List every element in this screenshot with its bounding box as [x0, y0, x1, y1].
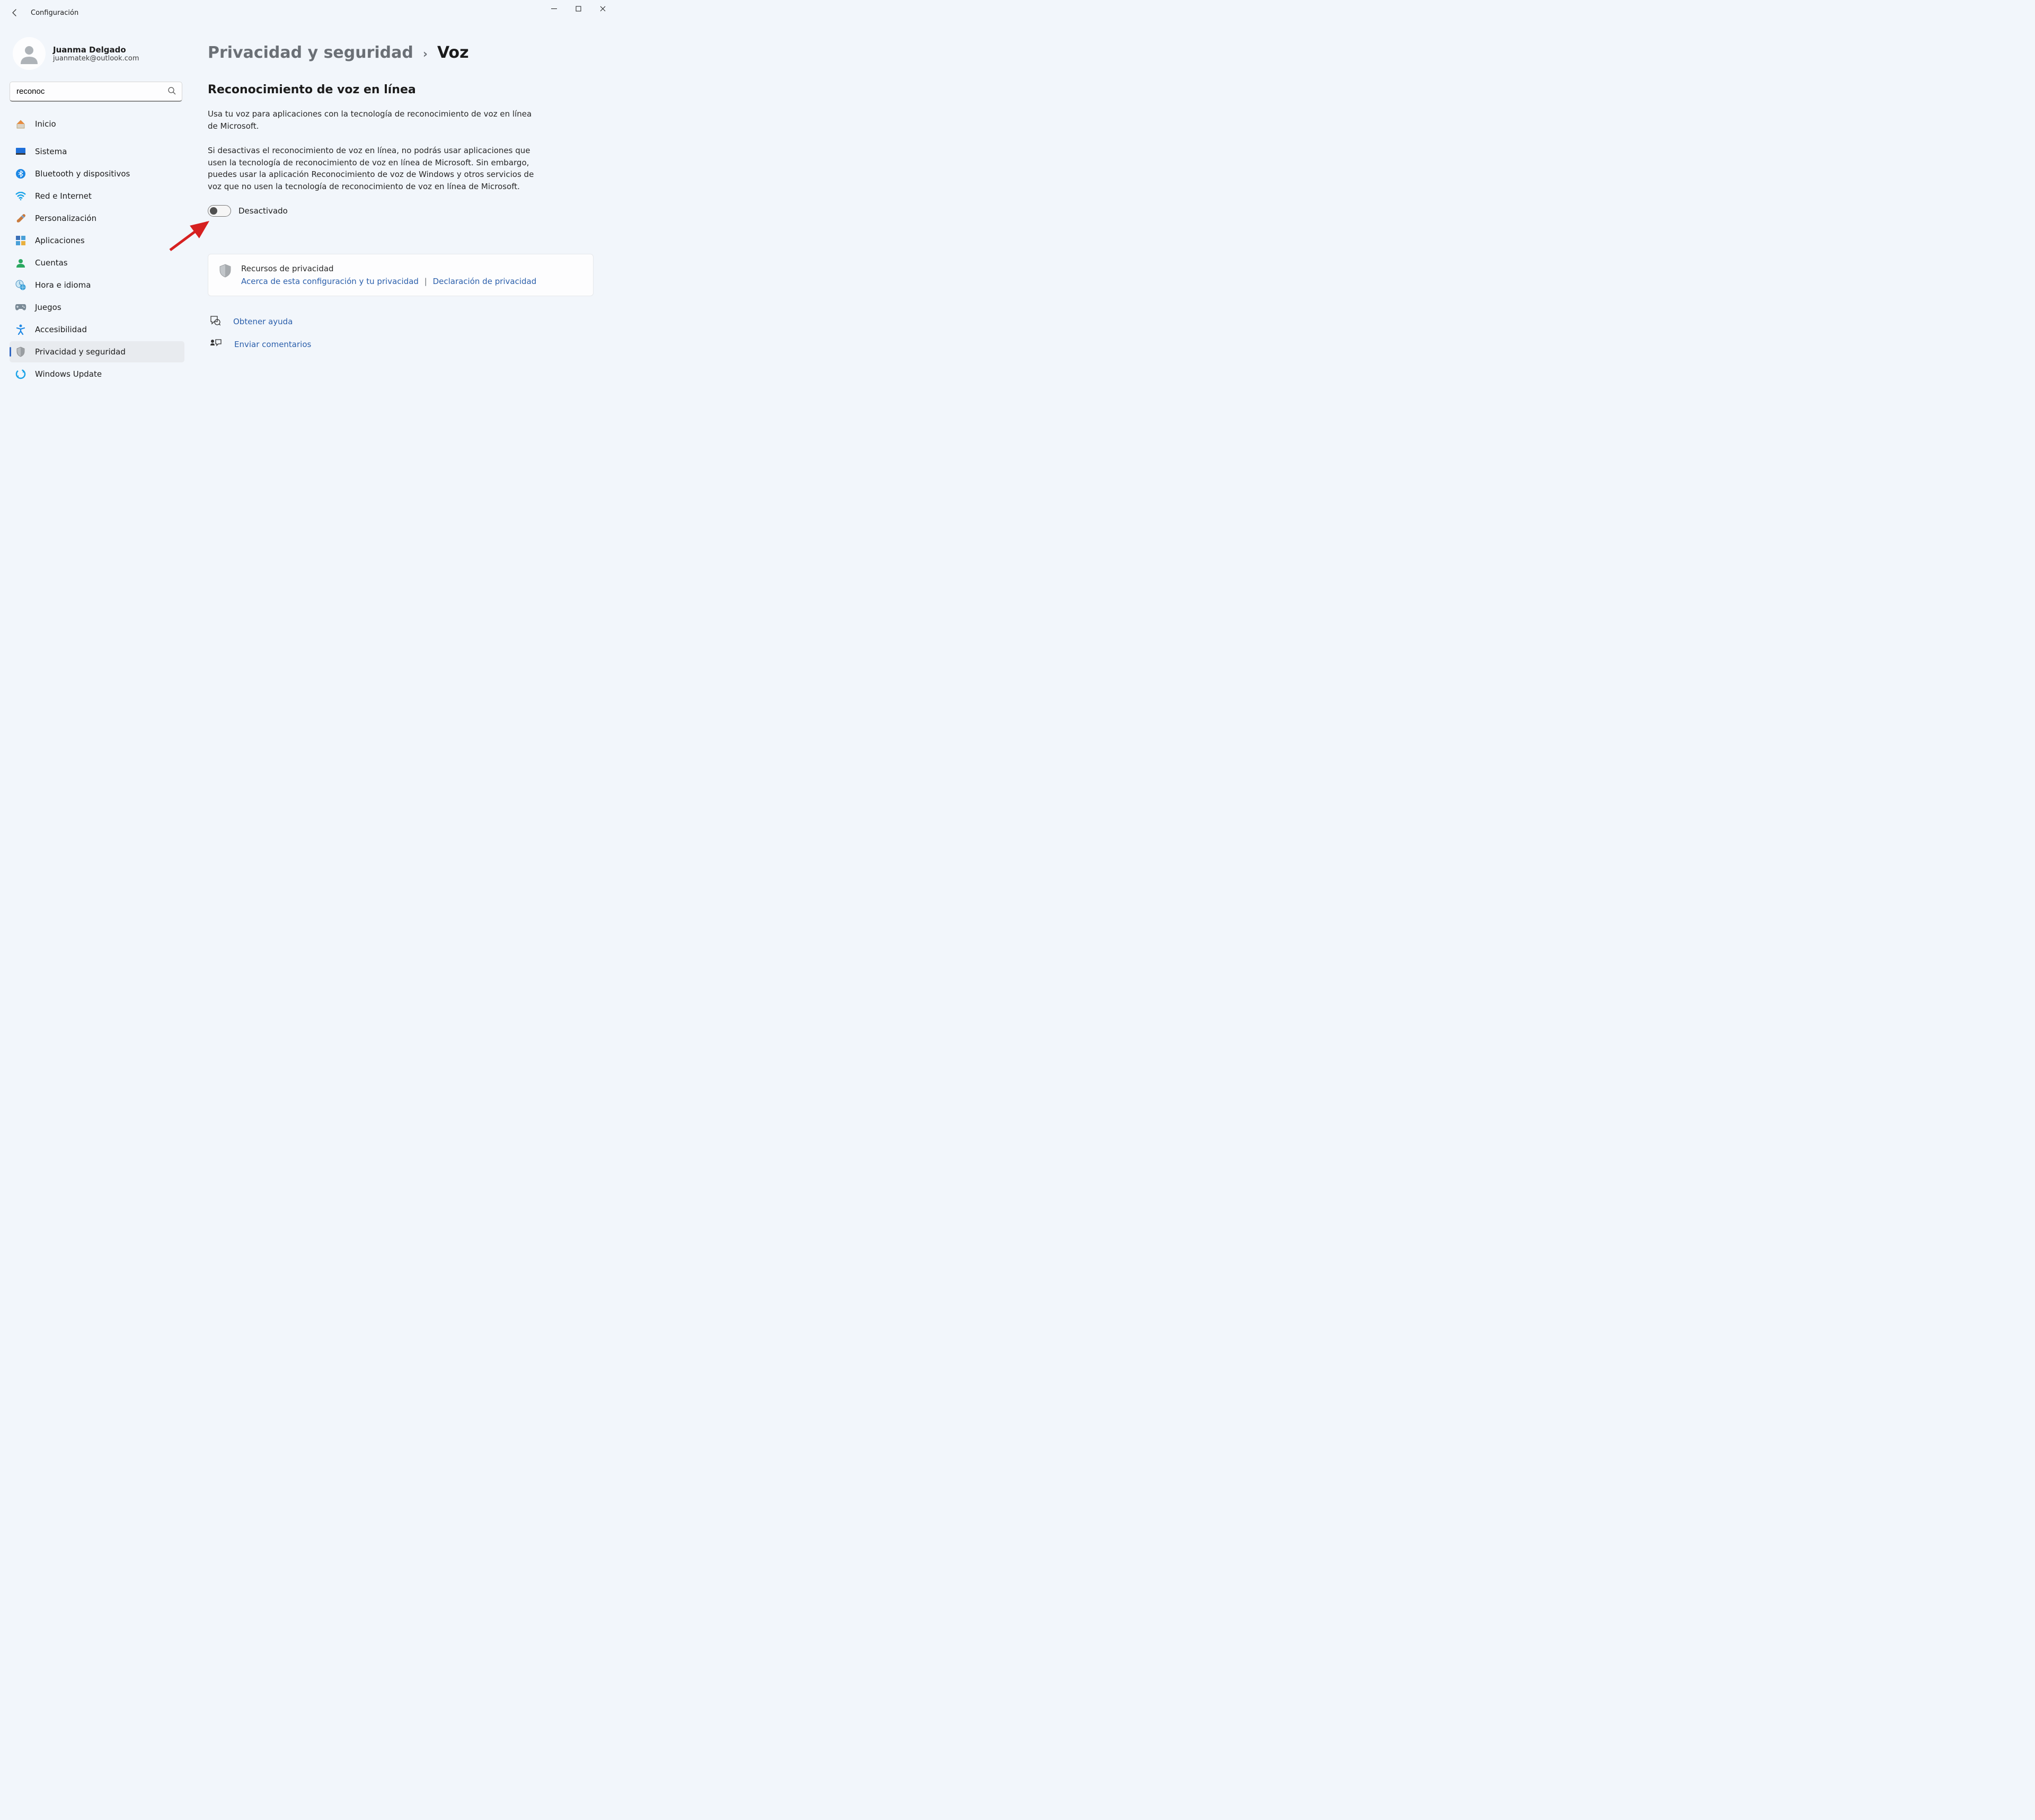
system-icon [15, 146, 26, 157]
help-icon [210, 315, 220, 328]
nav-label: Accesibilidad [35, 325, 87, 334]
toggle-knob [210, 207, 217, 215]
close-button[interactable] [590, 0, 615, 17]
breadcrumb-parent[interactable]: Privacidad y seguridad [208, 43, 413, 62]
nav-accounts[interactable]: Cuentas [10, 252, 184, 273]
minimize-icon [551, 6, 557, 12]
breadcrumb-current: Voz [437, 43, 469, 62]
search-wrap [10, 82, 182, 102]
accessibility-icon [15, 324, 26, 335]
nav-label: Bluetooth y dispositivos [35, 169, 130, 179]
nav-label: Sistema [35, 147, 67, 156]
help-label: Obtener ayuda [233, 317, 293, 326]
accounts-icon [15, 257, 26, 269]
speech-toggle[interactable] [208, 205, 231, 217]
nav-label: Red e Internet [35, 191, 92, 201]
footer-links: Obtener ayuda Enviar comentarios [208, 315, 594, 350]
nav-label: Inicio [35, 119, 56, 129]
apps-icon [15, 235, 26, 246]
feedback-icon [210, 339, 222, 350]
toggle-row: Desactivado [208, 205, 594, 217]
minimize-button[interactable] [542, 0, 566, 17]
app-title: Configuración [31, 9, 78, 17]
bluetooth-icon [15, 168, 26, 180]
nav-label: Personalización [35, 214, 96, 223]
home-icon [15, 118, 26, 130]
sidebar: Juanma Delgado juanmatek@outlook.com Ini… [0, 25, 187, 550]
titlebar: Configuración [0, 0, 615, 25]
user-block[interactable]: Juanma Delgado juanmatek@outlook.com [10, 33, 184, 82]
shield-icon [219, 264, 232, 280]
update-icon [15, 368, 26, 380]
nav-home[interactable]: Inicio [10, 113, 184, 135]
privacy-resources-card: Recursos de privacidad Acerca de esta co… [208, 254, 594, 296]
nav-accessibility[interactable]: Accesibilidad [10, 319, 184, 340]
divider: | [424, 277, 427, 286]
nav-label: Cuentas [35, 258, 68, 268]
send-feedback-link[interactable]: Enviar comentarios [208, 339, 594, 350]
brush-icon [15, 212, 26, 224]
window-controls [542, 0, 615, 17]
clock-globe-icon [15, 279, 26, 291]
breadcrumb: Privacidad y seguridad › Voz [208, 43, 594, 62]
back-button[interactable] [4, 2, 25, 23]
nav-label: Juegos [35, 303, 61, 312]
nav-personalization[interactable]: Personalización [10, 208, 184, 229]
toggle-label: Desactivado [238, 206, 288, 216]
nav-label: Aplicaciones [35, 236, 85, 245]
chevron-right-icon: › [423, 48, 428, 61]
maximize-icon [576, 6, 581, 12]
nav-apps[interactable]: Aplicaciones [10, 230, 184, 251]
nav-system[interactable]: Sistema [10, 141, 184, 162]
nav-label: Privacidad y seguridad [35, 347, 126, 357]
nav-bluetooth[interactable]: Bluetooth y dispositivos [10, 163, 184, 184]
user-name: Juanma Delgado [53, 45, 139, 55]
main-content: Privacidad y seguridad › Voz Reconocimie… [187, 25, 615, 550]
nav-gaming[interactable]: Juegos [10, 297, 184, 318]
wifi-icon [15, 190, 26, 202]
card-title: Recursos de privacidad [241, 264, 536, 273]
description-1: Usa tu voz para aplicaciones con la tecn… [208, 108, 536, 132]
feedback-label: Enviar comentarios [234, 340, 311, 349]
search-icon [167, 86, 176, 97]
search-input[interactable] [10, 82, 182, 102]
privacy-statement-link[interactable]: Declaración de privacidad [433, 277, 537, 286]
nav-network[interactable]: Red e Internet [10, 185, 184, 207]
get-help-link[interactable]: Obtener ayuda [208, 315, 594, 328]
avatar [13, 37, 46, 70]
shield-icon [15, 346, 26, 358]
section-title: Reconocimiento de voz en línea [208, 83, 594, 96]
nav-time[interactable]: Hora e idioma [10, 274, 184, 296]
maximize-button[interactable] [566, 0, 590, 17]
person-icon [19, 43, 40, 64]
description-2: Si desactivas el reconocimiento de voz e… [208, 145, 536, 192]
arrow-left-icon [11, 8, 19, 17]
close-icon [600, 6, 606, 12]
about-privacy-link[interactable]: Acerca de esta configuración y tu privac… [241, 277, 419, 286]
nav-label: Windows Update [35, 369, 102, 379]
nav-label: Hora e idioma [35, 280, 91, 290]
nav-privacy[interactable]: Privacidad y seguridad [10, 341, 184, 362]
nav-update[interactable]: Windows Update [10, 363, 184, 385]
card-links: Acerca de esta configuración y tu privac… [241, 277, 536, 286]
nav: Inicio Sistema Bluetooth y dispositivos … [10, 113, 184, 385]
user-email: juanmatek@outlook.com [53, 55, 139, 63]
gamepad-icon [15, 301, 26, 313]
